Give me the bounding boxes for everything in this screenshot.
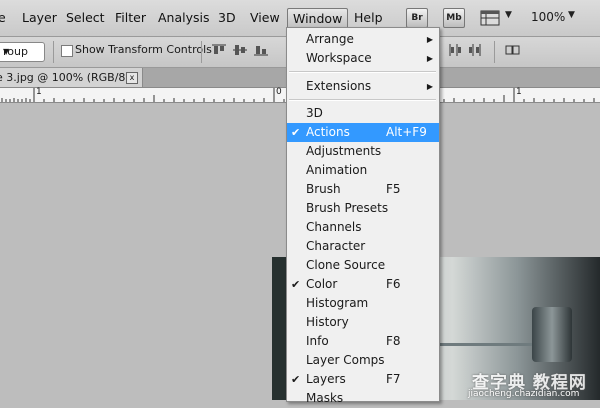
menu-item-label: Adjustments bbox=[306, 144, 382, 158]
menu-item-label: Brush bbox=[306, 182, 341, 196]
document-tab[interactable]: e 3.jpg @ 100% (RGB/8) x bbox=[0, 68, 143, 87]
menu-item-history[interactable]: History bbox=[287, 313, 439, 332]
menu-item-shortcut: F7 bbox=[386, 372, 401, 386]
minibridge-button[interactable]: Mb bbox=[443, 8, 465, 28]
menu-item-label: Masks bbox=[306, 391, 344, 405]
menu-item-shortcut: F5 bbox=[386, 182, 401, 196]
menu-item-shortcut: F8 bbox=[386, 334, 401, 348]
menu-item-info[interactable]: Info F8 bbox=[287, 332, 439, 351]
menu-item-3d[interactable]: 3D bbox=[287, 104, 439, 123]
menu-item-arrange[interactable]: Arrange ▶ bbox=[287, 30, 439, 49]
menu-item-label: Channels bbox=[306, 220, 362, 234]
separator bbox=[53, 41, 54, 63]
menu-item-label: Workspace bbox=[306, 51, 372, 65]
menu-item-layer-comps[interactable]: Layer Comps bbox=[287, 351, 439, 370]
menu-item-adjustments[interactable]: Adjustments bbox=[287, 142, 439, 161]
align-vcenter-icon[interactable] bbox=[233, 44, 247, 56]
menu-item-label: Histogram bbox=[306, 296, 369, 310]
menu-analysis[interactable]: Analysis bbox=[158, 10, 210, 26]
submenu-arrow-icon: ▶ bbox=[426, 54, 433, 63]
menu-item-label: 3D bbox=[306, 106, 323, 120]
menu-item-label: Clone Source bbox=[306, 258, 386, 272]
menu-item-shortcut: F6 bbox=[386, 277, 401, 291]
menu-filter[interactable]: Filter bbox=[115, 10, 146, 26]
submenu-arrow-icon: ▶ bbox=[426, 35, 433, 44]
menu-item-clone-source[interactable]: Clone Source bbox=[287, 256, 439, 275]
menu-item-brush[interactable]: Brush F5 bbox=[287, 180, 439, 199]
menu-select[interactable]: Select bbox=[66, 10, 105, 26]
align-top-icon[interactable] bbox=[212, 44, 226, 56]
menu-item-animation[interactable]: Animation bbox=[287, 161, 439, 180]
view-extras-icon[interactable] bbox=[480, 9, 500, 30]
menu-item-shortcut: Alt+F9 bbox=[386, 125, 427, 139]
menu-layer[interactable]: Layer bbox=[22, 10, 57, 26]
menu-item-label: History bbox=[306, 315, 349, 329]
check-icon: ✔ bbox=[291, 126, 301, 139]
zoom-level[interactable]: 100% bbox=[531, 10, 565, 24]
ruler-label: 1 bbox=[516, 87, 522, 97]
menu-item-label: Animation bbox=[306, 163, 368, 177]
menu-item-channels[interactable]: Channels bbox=[287, 218, 439, 237]
menu-item-label: Layer Comps bbox=[306, 353, 385, 367]
menu-item-label: Color bbox=[306, 277, 338, 291]
view-extras-arrow-icon[interactable]: ▼ bbox=[505, 10, 512, 20]
align-bottom-icon[interactable] bbox=[254, 44, 268, 56]
menu-3d[interactable]: 3D bbox=[218, 10, 236, 26]
menu-item-label: Actions bbox=[306, 125, 350, 139]
menu-window[interactable]: Window bbox=[287, 8, 349, 29]
auto-align-icon[interactable] bbox=[505, 44, 520, 56]
menu-item-layers[interactable]: ✔ Layers F7 bbox=[287, 370, 439, 389]
menu-item-masks[interactable]: Masks bbox=[287, 389, 439, 408]
menu-view[interactable]: View bbox=[250, 10, 280, 26]
separator bbox=[494, 41, 495, 63]
ruler-label: 0 bbox=[276, 87, 282, 97]
dropdown-arrow-icon: ▼ bbox=[3, 47, 10, 56]
menu-item-label: Brush Presets bbox=[306, 201, 389, 215]
window-menu: Arrange ▶ Workspace ▶ Extensions ▶ 3D ✔ … bbox=[286, 27, 440, 405]
menu-item-color[interactable]: ✔ Color F6 bbox=[287, 275, 439, 294]
distribute-right-icon[interactable] bbox=[468, 44, 482, 56]
menu-item-label: Arrange bbox=[306, 32, 354, 46]
menu-item-extensions[interactable]: Extensions ▶ bbox=[287, 77, 439, 96]
menu-help[interactable]: Help bbox=[354, 10, 383, 26]
show-transform-label: Show Transform Controls bbox=[75, 43, 212, 56]
submenu-arrow-icon: ▶ bbox=[426, 82, 433, 91]
show-transform-checkbox[interactable] bbox=[61, 45, 73, 57]
menu-item-brush-presets[interactable]: Brush Presets bbox=[287, 199, 439, 218]
zoom-arrow-icon[interactable]: ▼ bbox=[568, 10, 575, 20]
bridge-button[interactable]: Br bbox=[406, 8, 428, 28]
menu-item-character[interactable]: Character bbox=[287, 237, 439, 256]
menu-item-actions[interactable]: ✔ Actions Alt+F9 bbox=[287, 123, 439, 142]
menu-separator bbox=[289, 71, 436, 73]
check-icon: ✔ bbox=[291, 373, 301, 386]
document-tab-title: e 3.jpg @ 100% (RGB/8) bbox=[0, 71, 130, 84]
watermark-url: jiaocheng.chazidian.com bbox=[468, 389, 580, 399]
close-icon[interactable]: x bbox=[126, 72, 138, 84]
menu-item-label: Extensions bbox=[306, 79, 372, 93]
check-icon: ✔ bbox=[291, 278, 301, 291]
menu-item-label: Layers bbox=[306, 372, 346, 386]
menu-separator bbox=[289, 99, 436, 101]
menu-item-label: Info bbox=[306, 334, 329, 348]
menu-item-workspace[interactable]: Workspace ▶ bbox=[287, 49, 439, 68]
menu-item-histogram[interactable]: Histogram bbox=[287, 294, 439, 313]
distribute-left-icon[interactable] bbox=[448, 44, 462, 56]
separator bbox=[201, 41, 202, 63]
auto-select-dropdown[interactable]: roup ▼ bbox=[0, 42, 45, 62]
menu-edit[interactable]: e bbox=[0, 10, 6, 26]
ruler-label: 1 bbox=[36, 87, 42, 97]
menu-item-label: Character bbox=[306, 239, 366, 253]
image-cup bbox=[532, 307, 572, 362]
